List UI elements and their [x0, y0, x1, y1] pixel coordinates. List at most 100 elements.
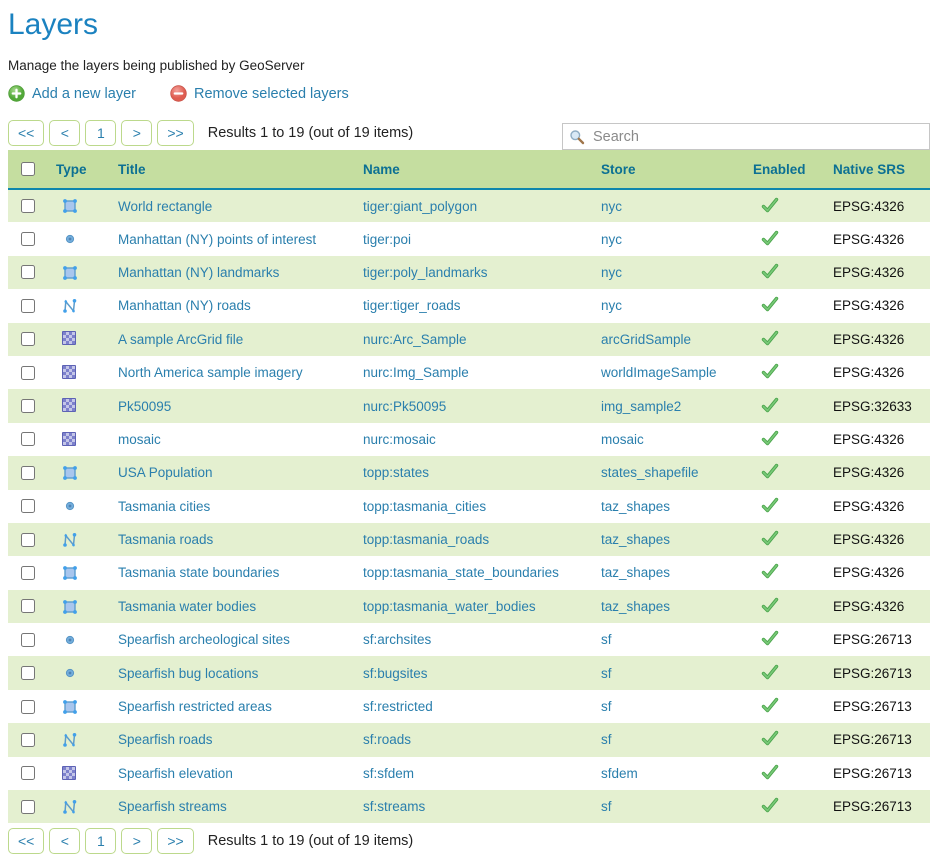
row-checkbox[interactable] [21, 265, 35, 279]
native-srs-value: EPSG:26713 [825, 790, 930, 823]
header-name[interactable]: Name [355, 150, 593, 189]
layer-title-link[interactable]: Manhattan (NY) roads [118, 298, 251, 313]
layer-name-link[interactable]: topp:tasmania_water_bodies [363, 599, 536, 614]
store-link[interactable]: sfdem [601, 766, 638, 781]
layer-title-link[interactable]: Tasmania roads [118, 532, 213, 547]
row-checkbox[interactable] [21, 232, 35, 246]
layer-name-link[interactable]: nurc:Pk50095 [363, 399, 446, 414]
layer-title-link[interactable]: Tasmania cities [118, 499, 210, 514]
current-page-button[interactable]: 1 [85, 120, 116, 146]
layer-title-link[interactable]: mosaic [118, 432, 161, 447]
layer-name-link[interactable]: sf:roads [363, 732, 411, 747]
header-enabled[interactable]: Enabled [745, 150, 825, 189]
layer-name-link[interactable]: sf:streams [363, 799, 425, 814]
first-page-button[interactable]: << [8, 120, 44, 146]
layer-name-link[interactable]: topp:tasmania_cities [363, 499, 486, 514]
row-checkbox[interactable] [21, 800, 35, 814]
layer-name-link[interactable]: sf:restricted [363, 699, 433, 714]
layer-title-link[interactable]: Spearfish archeological sites [118, 632, 290, 647]
layer-name-link[interactable]: sf:archsites [363, 632, 431, 647]
layer-title-link[interactable]: Tasmania state boundaries [118, 565, 279, 580]
enabled-check-icon [761, 397, 779, 413]
last-page-button[interactable]: >> [157, 828, 193, 854]
layer-title-link[interactable]: USA Population [118, 465, 213, 480]
layer-title-link[interactable]: Spearfish elevation [118, 766, 233, 781]
store-link[interactable]: arcGridSample [601, 332, 691, 347]
row-checkbox[interactable] [21, 466, 35, 480]
select-all-checkbox[interactable] [21, 162, 35, 176]
store-link[interactable]: taz_shapes [601, 565, 670, 580]
layer-title-link[interactable]: Manhattan (NY) points of interest [118, 232, 316, 247]
layer-title-link[interactable]: Manhattan (NY) landmarks [118, 265, 279, 280]
layer-title-link[interactable]: Spearfish streams [118, 799, 227, 814]
search-input[interactable] [562, 123, 930, 150]
header-type[interactable]: Type [48, 150, 110, 189]
header-store[interactable]: Store [593, 150, 745, 189]
layer-name-link[interactable]: tiger:tiger_roads [363, 298, 461, 313]
layer-title-link[interactable]: North America sample imagery [118, 365, 303, 380]
store-link[interactable]: nyc [601, 232, 622, 247]
store-link[interactable]: mosaic [601, 432, 644, 447]
store-link[interactable]: nyc [601, 298, 622, 313]
row-checkbox[interactable] [21, 633, 35, 647]
layer-name-link[interactable]: topp:states [363, 465, 429, 480]
results-text: Results 1 to 19 (out of 19 items) [208, 125, 414, 141]
store-link[interactable]: states_shapefile [601, 465, 699, 480]
row-checkbox[interactable] [21, 733, 35, 747]
layer-title-link[interactable]: Spearfish bug locations [118, 666, 258, 681]
remove-layers-link[interactable]: Remove selected layers [170, 85, 349, 102]
store-link[interactable]: worldImageSample [601, 365, 717, 380]
row-checkbox[interactable] [21, 766, 35, 780]
store-link[interactable]: sf [601, 632, 612, 647]
layer-title-link[interactable]: Pk50095 [118, 399, 171, 414]
row-checkbox[interactable] [21, 432, 35, 446]
layer-name-link[interactable]: nurc:Img_Sample [363, 365, 469, 380]
store-link[interactable]: taz_shapes [601, 599, 670, 614]
next-page-button[interactable]: > [121, 120, 152, 146]
store-link[interactable]: nyc [601, 199, 622, 214]
next-page-button[interactable]: > [121, 828, 152, 854]
first-page-button[interactable]: << [8, 828, 44, 854]
top-pager: << < 1 > >> Results 1 to 19 (out of 19 i… [8, 118, 413, 150]
row-checkbox[interactable] [21, 666, 35, 680]
row-checkbox[interactable] [21, 332, 35, 346]
row-checkbox[interactable] [21, 499, 35, 513]
store-link[interactable]: img_sample2 [601, 399, 681, 414]
row-checkbox[interactable] [21, 199, 35, 213]
layer-name-link[interactable]: topp:tasmania_roads [363, 532, 489, 547]
store-link[interactable]: sf [601, 732, 612, 747]
row-checkbox[interactable] [21, 700, 35, 714]
layer-title-link[interactable]: Spearfish restricted areas [118, 699, 272, 714]
layer-title-link[interactable]: Spearfish roads [118, 732, 213, 747]
layer-name-link[interactable]: sf:sfdem [363, 766, 414, 781]
layer-title-link[interactable]: Tasmania water bodies [118, 599, 256, 614]
store-link[interactable]: taz_shapes [601, 532, 670, 547]
layer-name-link[interactable]: topp:tasmania_state_boundaries [363, 565, 559, 580]
row-checkbox[interactable] [21, 533, 35, 547]
layer-name-link[interactable]: nurc:mosaic [363, 432, 436, 447]
layer-name-link[interactable]: nurc:Arc_Sample [363, 332, 467, 347]
store-link[interactable]: sf [601, 799, 612, 814]
row-checkbox[interactable] [21, 366, 35, 380]
current-page-button[interactable]: 1 [85, 828, 116, 854]
native-srs-value: EPSG:4326 [825, 456, 930, 489]
header-title[interactable]: Title [110, 150, 355, 189]
add-layer-link[interactable]: Add a new layer [8, 85, 136, 102]
prev-page-button[interactable]: < [49, 120, 80, 146]
layer-title-link[interactable]: A sample ArcGrid file [118, 332, 243, 347]
row-checkbox[interactable] [21, 299, 35, 313]
store-link[interactable]: sf [601, 699, 612, 714]
store-link[interactable]: sf [601, 666, 612, 681]
prev-page-button[interactable]: < [49, 828, 80, 854]
store-link[interactable]: taz_shapes [601, 499, 670, 514]
layer-name-link[interactable]: tiger:giant_polygon [363, 199, 477, 214]
layer-name-link[interactable]: sf:bugsites [363, 666, 428, 681]
row-checkbox[interactable] [21, 566, 35, 580]
last-page-button[interactable]: >> [157, 120, 193, 146]
layer-title-link[interactable]: World rectangle [118, 199, 212, 214]
row-checkbox[interactable] [21, 399, 35, 413]
layer-name-link[interactable]: tiger:poly_landmarks [363, 265, 488, 280]
row-checkbox[interactable] [21, 599, 35, 613]
layer-name-link[interactable]: tiger:poi [363, 232, 411, 247]
store-link[interactable]: nyc [601, 265, 622, 280]
